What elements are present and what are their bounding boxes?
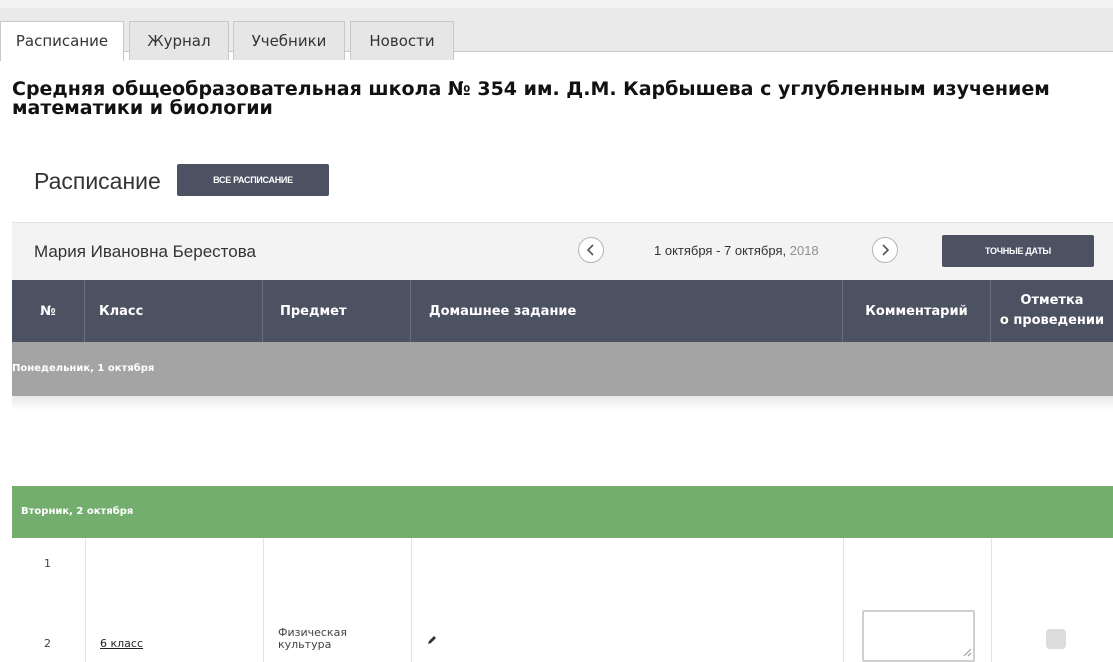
- page-title: Средняя общеобразовательная школа № 354 …: [12, 80, 1102, 118]
- day-label: Понедельник, 1 октября: [12, 363, 155, 374]
- header-subject: Предмет: [263, 280, 411, 342]
- all-schedule-button[interactable]: ВСЕ РАСПИСАНИЕ: [177, 164, 329, 196]
- next-week-button[interactable]: [872, 237, 898, 263]
- tab-bar: Расписание Журнал Учебники Новости: [0, 0, 1113, 61]
- class-link[interactable]: 6 класс: [100, 637, 143, 650]
- column-divider: [411, 538, 412, 662]
- held-checkbox[interactable]: [1046, 629, 1066, 649]
- table-header: № Класс Предмет Домашнее задание Коммент…: [12, 280, 1113, 342]
- day-label: Вторник, 2 октября: [21, 506, 134, 517]
- day-row-monday: Понедельник, 1 октября: [12, 342, 1113, 396]
- header-class: Класс: [85, 280, 263, 342]
- date-range-year: 2018: [789, 243, 819, 258]
- tab-news[interactable]: Новости: [350, 21, 454, 60]
- column-divider: [843, 538, 844, 662]
- column-divider: [263, 538, 264, 662]
- header-num: №: [12, 280, 85, 342]
- tab-schedule[interactable]: Расписание: [0, 21, 124, 61]
- date-range: 1 октября - 7 октября, 2018: [654, 243, 819, 258]
- lesson-num: 1: [44, 557, 51, 570]
- day-divider: [12, 396, 1113, 410]
- resize-grip-icon[interactable]: [963, 648, 972, 657]
- schedule-heading: Расписание: [34, 168, 161, 194]
- edit-homework-icon[interactable]: [426, 634, 438, 646]
- comment-input[interactable]: [862, 610, 975, 662]
- header-homework: Домашнее задание: [411, 280, 843, 342]
- header-mark: Отметка о проведении: [991, 280, 1113, 342]
- tab-journal[interactable]: Журнал: [129, 21, 229, 60]
- header-mark-line2: о проведении: [999, 313, 1105, 328]
- subject-name: Физическая культура: [278, 627, 347, 651]
- schedule-filter-bar: Мария Ивановна Берестова 1 октября - 7 о…: [12, 222, 1113, 280]
- prev-week-button[interactable]: [578, 237, 604, 263]
- page-title-line2: математики и биологии: [12, 97, 273, 119]
- header-mark-line1: Отметка: [1020, 293, 1084, 308]
- chevron-right-icon: [882, 244, 890, 256]
- column-divider: [85, 538, 86, 662]
- subject-line2: культура: [278, 638, 332, 651]
- lesson-num: 2: [44, 637, 51, 650]
- tab-textbooks[interactable]: Учебники: [233, 21, 345, 60]
- column-divider: [991, 538, 992, 662]
- chevron-left-icon: [586, 244, 594, 256]
- header-comment: Комментарий: [843, 280, 991, 342]
- exact-dates-button[interactable]: ТОЧНЫЕ ДАТЫ: [942, 235, 1094, 267]
- day-row-tuesday: Вторник, 2 октября: [12, 486, 1113, 538]
- date-range-text: 1 октября - 7 октября,: [654, 243, 787, 258]
- teacher-name: Мария Ивановна Берестова: [34, 242, 257, 261]
